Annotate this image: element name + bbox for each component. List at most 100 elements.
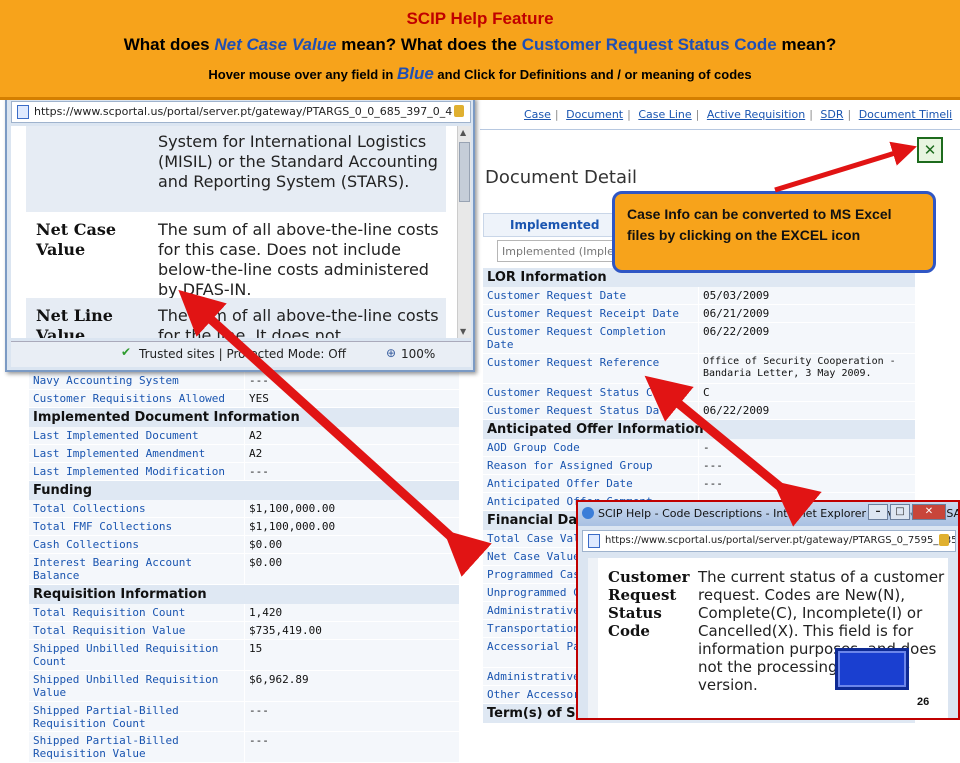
section-header-offer: Anticipated Offer Information (483, 420, 915, 439)
nav-link-case[interactable]: Case (524, 108, 551, 121)
field-value: Office of Security Cooperation - Bandari… (698, 354, 915, 383)
field-label[interactable]: Total Collections (29, 500, 244, 517)
field-label[interactable]: Customer Request Completion Date (483, 323, 698, 353)
security-zone-text: Trusted sites | Protected Mode: Off (139, 347, 346, 361)
scroll-up-arrow-icon[interactable]: ▲ (460, 128, 466, 137)
field-label[interactable]: Last Implemented Amendment (29, 445, 244, 462)
nav-link-document[interactable]: Document (566, 108, 623, 121)
excel-export-icon[interactable]: ✕ (917, 137, 943, 163)
banner-instruction: Hover mouse over any field in Blue and C… (0, 64, 960, 84)
field-value: YES (244, 390, 459, 407)
maximize-button[interactable]: □ (890, 504, 910, 520)
field-value: 06/22/2009 (698, 402, 915, 419)
field-value: 06/21/2009 (698, 305, 915, 322)
lock-icon (454, 105, 464, 117)
nav-link-sdr[interactable]: SDR (820, 108, 843, 121)
field-value: 05/03/2009 (698, 287, 915, 304)
popup-scrollbar[interactable]: ▲ ▼ (457, 126, 471, 338)
field-label[interactable]: Total Requisition Value (29, 622, 244, 639)
definition-popup-window: https://www.scportal.us/portal/server.pt… (5, 97, 475, 372)
field-label[interactable]: Customer Requisitions Allowed (29, 390, 244, 407)
excel-callout: Case Info can be converted to MS Excel f… (612, 191, 936, 273)
table-row: AOD Group Code - (483, 439, 915, 457)
popup-content: Customer Request Status Code The current… (588, 558, 948, 718)
help-banner: SCIP Help Feature What does Net Case Val… (0, 0, 960, 100)
field-value: $1,100,000.00 (244, 500, 459, 517)
table-row: Customer Request Status Code C (483, 384, 915, 402)
field-label[interactable]: Last Implemented Modification (29, 463, 244, 480)
tab-implemented[interactable]: Implemented (483, 213, 613, 237)
table-row: Navy Accounting System --- (29, 372, 459, 390)
field-label[interactable]: Customer Request Date (483, 287, 698, 304)
table-row: Total Requisition Value $735,419.00 (29, 622, 459, 640)
table-row: Anticipated Offer Date --- (483, 475, 915, 493)
field-label[interactable]: Shipped Unbilled Requisition Count (29, 640, 244, 670)
left-detail-table: Navy Accounting System --- Customer Requi… (29, 372, 459, 763)
table-row: Last Implemented Modification --- (29, 463, 459, 481)
slide-nav-button[interactable] (835, 648, 909, 690)
table-row: Customer Request Date 05/03/2009 (483, 287, 915, 305)
close-button[interactable]: ✕ (912, 504, 946, 520)
field-label[interactable]: Interest Bearing Account Balance (29, 554, 244, 584)
field-label[interactable]: Last Implemented Document (29, 427, 244, 444)
zoom-icon[interactable]: ⊕ (386, 346, 396, 360)
table-row: Cash Collections $0.00 (29, 536, 459, 554)
scroll-down-arrow-icon[interactable]: ▼ (460, 327, 466, 336)
field-value: --- (244, 732, 459, 762)
field-label[interactable]: Customer Request Status Date (483, 402, 698, 419)
instruction-text: and Click for Definitions and / or meani… (433, 67, 752, 82)
check-icon: ✔ (121, 345, 132, 359)
field-value: $735,419.00 (244, 622, 459, 639)
question-text: mean? (776, 35, 837, 54)
document-nav-links: Case | Document | Case Line | Active Requis… (480, 108, 960, 130)
field-value: 06/22/2009 (698, 323, 915, 353)
field-value: A2 (244, 445, 459, 462)
popup-address-bar[interactable]: https://www.scportal.us/portal/server.pt… (11, 101, 471, 123)
field-label[interactable]: Cash Collections (29, 536, 244, 553)
field-label[interactable]: Shipped Partial-Billed Requisition Value (29, 732, 244, 762)
popup-address-bar[interactable]: https://www.scportal.us/portal/server.pt… (582, 530, 956, 552)
nav-link-case-line[interactable]: Case Line (638, 108, 691, 121)
field-value: A2 (244, 427, 459, 444)
definition-text: The current status of a customer request… (698, 568, 945, 694)
field-label[interactable]: Total Requisition Count (29, 604, 244, 621)
field-label[interactable]: Anticipated Offer Date (483, 475, 698, 492)
field-value: 1,420 (244, 604, 459, 621)
table-row: Customer Request Receipt Date 06/21/2009 (483, 305, 915, 323)
field-label-status-code[interactable]: Customer Request Status Code (483, 384, 698, 401)
definition-text: System for International Logistics (MISI… (158, 132, 438, 191)
popup-url: https://www.scportal.us/portal/server.pt… (605, 535, 955, 546)
scroll-thumb[interactable] (459, 142, 470, 202)
field-value: --- (244, 372, 459, 389)
field-value: $6,962.89 (244, 671, 459, 701)
question-text: mean? What does the (336, 35, 522, 54)
definition-term: Net Line Value (36, 306, 113, 338)
table-row: Shipped Unbilled Requisition Count 15 (29, 640, 459, 671)
table-row: Customer Requisitions Allowed YES (29, 390, 459, 408)
section-header-implemented: Implemented Document Information (29, 408, 459, 427)
definition-row-net-case-value: Net Case Value The sum of all above-the-… (26, 216, 446, 299)
version-select[interactable]: Implemented (Imple (497, 240, 617, 262)
nav-link-document-timeline[interactable]: Document Timeli (859, 108, 953, 121)
field-label[interactable]: Navy Accounting System (29, 372, 244, 389)
nav-link-active-requisition[interactable]: Active Requisition (707, 108, 805, 121)
page-icon (588, 534, 600, 548)
field-label[interactable]: Customer Request Receipt Date (483, 305, 698, 322)
field-value: $0.00 (244, 554, 459, 584)
field-label[interactable]: Shipped Partial-Billed Requisition Count (29, 702, 244, 731)
field-label[interactable]: AOD Group Code (483, 439, 698, 456)
table-row: Shipped Partial-Billed Requisition Count… (29, 702, 459, 732)
field-label[interactable]: Reason for Assigned Group (483, 457, 698, 474)
zoom-level[interactable]: 100% (401, 347, 435, 361)
field-value: $1,100,000.00 (244, 518, 459, 535)
table-row: Total Requisition Count 1,420 (29, 604, 459, 622)
field-label[interactable]: Shipped Unbilled Requisition Value (29, 671, 244, 701)
field-label[interactable]: Customer Request Reference (483, 354, 698, 383)
minimize-button[interactable]: – (868, 504, 888, 520)
field-value: 15 (244, 640, 459, 670)
table-row: Interest Bearing Account Balance $0.00 (29, 554, 459, 585)
table-row: Customer Request Reference Office of Secu… (483, 354, 915, 384)
field-label[interactable]: Total FMF Collections (29, 518, 244, 535)
definition-text: The sum of all above-the-line costs for … (158, 220, 439, 299)
field-value: --- (244, 463, 459, 480)
